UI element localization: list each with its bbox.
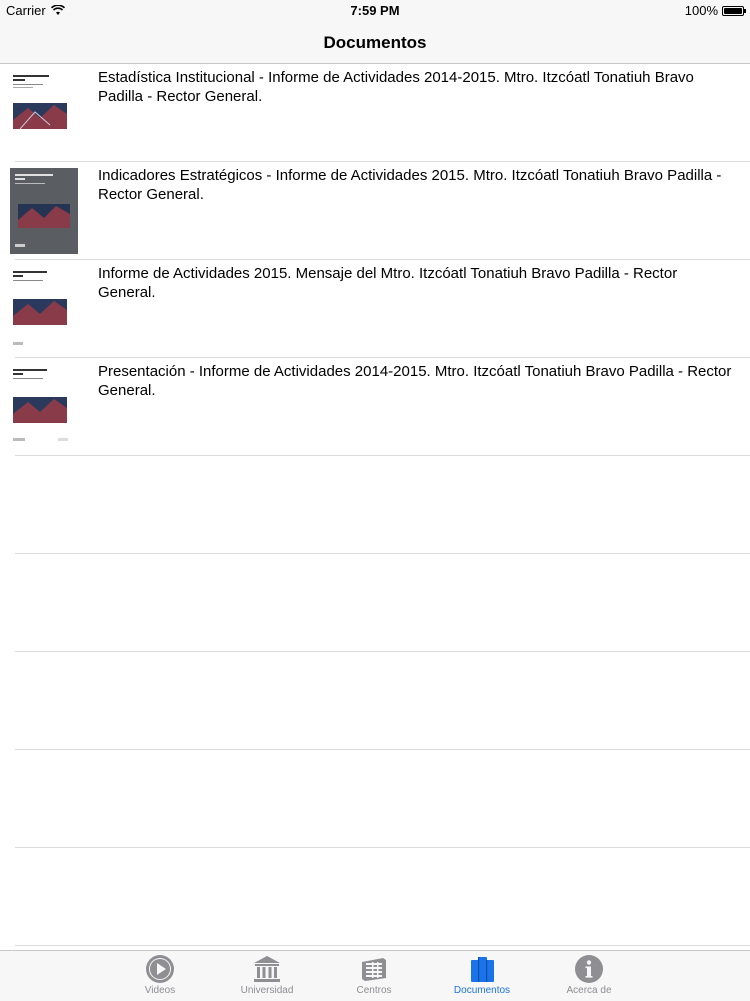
document-title: Estadística Institucional - Informe de A…: [98, 69, 694, 105]
tab-videos[interactable]: Videos: [115, 951, 205, 1001]
navigation-bar: Documentos: [0, 22, 750, 64]
tab-universidad[interactable]: Universidad: [222, 951, 312, 1001]
tab-acerca-de[interactable]: Acerca de: [544, 951, 634, 1001]
tab-label: Videos: [144, 985, 176, 996]
document-thumbnail: [10, 266, 78, 352]
tab-label: Universidad: [240, 985, 294, 996]
books-icon: [471, 957, 494, 982]
document-thumbnail: [10, 364, 78, 450]
document-thumbnail: [10, 168, 78, 254]
building-icon: [254, 956, 280, 982]
centros-icon: [362, 958, 386, 981]
tab-centros[interactable]: Centros: [329, 951, 419, 1001]
document-title: Informe de Actividades 2015. Mensaje del…: [98, 265, 678, 301]
document-title: Presentación - Informe de Actividades 20…: [98, 363, 732, 399]
tab-bar: Videos Universidad Centros Documentos Ac…: [0, 950, 750, 1001]
battery-label: 100%: [684, 3, 718, 18]
empty-row: [15, 750, 750, 848]
document-row[interactable]: Presentación - Informe de Actividades 20…: [10, 358, 750, 456]
empty-row: [15, 554, 750, 652]
battery-indicator: 100%: [684, 3, 746, 18]
empty-row: [15, 456, 750, 554]
document-title: Indicadores Estratégicos - Informe de Ac…: [98, 167, 722, 203]
info-icon: [575, 955, 603, 983]
document-row[interactable]: Estadística Institucional - Informe de A…: [10, 64, 750, 162]
tab-documentos[interactable]: Documentos: [437, 951, 527, 1001]
document-thumbnail: [10, 70, 78, 156]
status-time: 7:59 PM: [350, 3, 400, 18]
tab-label: Documentos: [453, 985, 511, 996]
play-icon: [146, 955, 174, 983]
tab-label: Acerca de: [566, 985, 612, 996]
document-row[interactable]: Informe de Actividades 2015. Mensaje del…: [10, 260, 750, 358]
page-title: Documentos: [323, 33, 427, 52]
document-row[interactable]: Indicadores Estratégicos - Informe de Ac…: [10, 162, 750, 260]
tab-label: Centros: [356, 985, 392, 996]
battery-icon: [722, 5, 746, 16]
empty-row: [15, 848, 750, 946]
empty-row: [15, 652, 750, 750]
document-list: Estadística Institucional - Informe de A…: [0, 64, 750, 946]
status-bar: Carrier 7:59 PM 100%: [0, 0, 750, 22]
